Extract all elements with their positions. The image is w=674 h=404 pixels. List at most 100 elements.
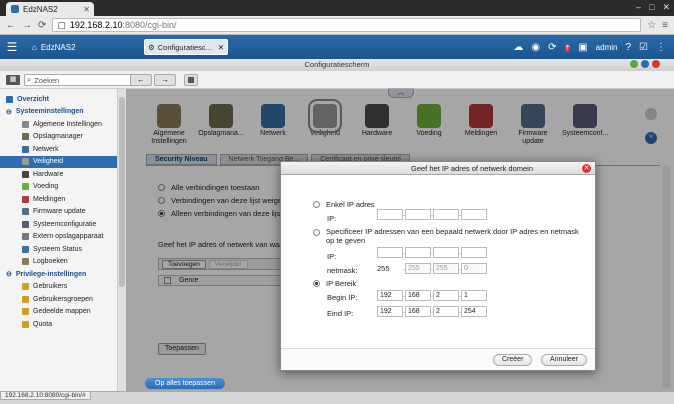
search-input[interactable]: Zoeken [34,76,59,85]
home-icon: ⌂ [32,42,37,52]
sidebar-item-voeding[interactable]: Voeding [0,181,117,194]
hardware-icon [22,170,29,178]
control-panel-taskbar-button[interactable]: ⚙ Configuratiesc... ✕ [144,39,228,55]
browser-tabstrip [0,0,674,16]
home-button[interactable]: ⌂ EdzNAS2 [24,43,144,52]
dialog-close-icon[interactable]: ✕ [582,164,591,173]
option-ip-range[interactable]: IP Bereik [313,277,356,290]
cp-back-icon[interactable]: ← [130,74,152,86]
record-icon[interactable]: ◉ [531,42,540,53]
browser-tab[interactable]: EdzNAS2 ✕ [6,2,94,16]
status-url: 192.168.2.10:8080/cgi-bin/# [0,391,91,400]
net-octet-2[interactable] [405,247,431,258]
tab-close-icon[interactable]: ✕ [83,5,90,14]
main-menu-icon[interactable]: ☰ [0,40,24,54]
reload-icon[interactable]: ⟳ [38,20,46,31]
browser-status-bar [0,391,674,404]
notification-icon[interactable]: ●! [565,42,571,53]
cloud-icon[interactable]: ☁ [513,42,523,53]
sidebar-section-system[interactable]: ⊖ Systeeminstellingen [0,106,117,119]
sidebar-item-gedeelde-mappen[interactable]: Gedeelde mappen [0,306,117,319]
sidebar-item-quota[interactable]: Quota [0,318,117,331]
sync-icon[interactable]: ⟳ [548,42,556,53]
begin-octet-4[interactable]: 1 [461,290,487,301]
network-ip-fields: . . . [377,247,487,258]
firmware-update-icon [22,208,29,216]
end-octet-1[interactable]: 192 [377,306,403,317]
sidebar-item-firmware-update[interactable]: Firmware update [0,206,117,219]
user-avatar-icon[interactable]: ▣ [578,42,587,53]
end-octet-3[interactable]: 2 [433,306,459,317]
maximize-dot-icon[interactable] [641,60,649,68]
netmask-octet-4[interactable]: 0 [461,263,487,274]
sidebar-item-netwerk[interactable]: Netwerk [0,143,117,156]
tab-title: EdzNAS2 [23,4,58,14]
browser-menu-icon[interactable]: ≡ [662,20,668,31]
sidebar-item-systeemconfiguratie[interactable]: Systeemconfiguratie [0,218,117,231]
user-name[interactable]: admin [596,43,618,52]
forward-icon[interactable]: → [22,20,32,31]
ip-dialog: Geef het IP adres of netwerk domein ✕ En… [280,161,596,371]
sidebar-item-gebruikersgroepen[interactable]: Gebruikersgroepen [0,293,117,306]
help-icon[interactable]: ? [625,42,631,53]
sidebar-item-extern-opslagapparaat[interactable]: Extern opslagapparaat [0,231,117,244]
veiligheid-icon [22,158,29,166]
ip-octet-1[interactable] [377,209,403,220]
sidebar-item-logboeken[interactable]: Logboeken [0,256,117,269]
settings-icon[interactable]: ☑ [639,42,648,53]
maximize-icon[interactable]: □ [649,2,654,13]
begin-octet-2[interactable]: 168 [405,290,431,301]
netmask-octet-2[interactable]: 255 [405,263,431,274]
sidebar-item-veiligheid[interactable]: Veiligheid [0,155,117,168]
sidebar-item-label: Netwerk [33,145,59,153]
net-octet-3[interactable] [433,247,459,258]
minimize-dot-icon[interactable] [630,60,638,68]
app-grid-icon[interactable]: ▦ [6,75,20,85]
opslagmanager-icon [22,133,29,141]
cp-grid-icon[interactable]: ▦ [184,74,198,86]
close-dot-icon[interactable] [652,60,660,68]
begin-octet-1[interactable]: 192 [377,290,403,301]
sidebar-item-gebruikers[interactable]: Gebruikers [0,281,117,294]
end-octet-2[interactable]: 168 [405,306,431,317]
sidebar-item-opslagmanager[interactable]: Opslagmanager [0,131,117,144]
back-icon[interactable]: ← [6,20,16,31]
net-octet-4[interactable] [461,247,487,258]
ip-octet-4[interactable] [461,209,487,220]
bookmark-star-icon[interactable]: ☆ [647,20,656,31]
sidebar-item-label: Algemene Instellingen [33,120,102,128]
sidebar-section-privileges[interactable]: ⊖ Privilege-instellingen [0,268,117,281]
cp-forward-icon[interactable]: → [154,74,176,86]
sidebar-item-label: Quota [33,320,53,328]
network-radio[interactable] [313,229,320,236]
sidebar-item-overview[interactable]: Overzicht [0,93,117,106]
create-button[interactable]: Creëer [493,354,533,366]
close-window-icon[interactable]: ✕ [662,2,670,13]
close-icon[interactable]: ✕ [218,43,224,52]
url-field[interactable]: ▢ 192.168.2.10:8080/cgi-bin/ [52,18,642,32]
ip-octet-2[interactable] [405,209,431,220]
sidebar-item-hardware[interactable]: Hardware [0,168,117,181]
sidebar-item-meldingen[interactable]: Meldingen [0,193,117,206]
end-octet-4[interactable]: 254 [461,306,487,317]
sidebar-scroll-thumb[interactable] [119,97,125,287]
more-icon[interactable]: ⋮ [656,42,666,53]
begin-octet-3[interactable]: 2 [433,290,459,301]
netmask-octet-3[interactable]: 255 [433,263,459,274]
net-octet-1[interactable] [377,247,403,258]
ip-range-radio[interactable] [313,280,320,287]
sidebar-item-algemene-instellingen[interactable]: Algemene Instellingen [0,118,117,131]
option-single-ip[interactable]: Enkel IP adres [313,198,375,211]
cancel-button[interactable]: Annuleer [541,354,588,366]
sidebar-item-label: Firmware update [33,208,86,216]
search-field[interactable]: ⌕ Zoeken [24,74,132,86]
sidebar-item-systeem-status[interactable]: Systeem Status [0,243,117,256]
option-network[interactable]: Specificeer IP adressen van een bepaald … [313,227,583,245]
single-ip-radio[interactable] [313,201,320,208]
apply-all-button[interactable]: Op alles toepassen [145,378,225,389]
address-bar-row: ← → ⟳ ▢ 192.168.2.10:8080/cgi-bin/ ☆ ≡ [0,16,674,35]
sidebar-item-label: Voeding [33,183,59,191]
ip-octet-3[interactable] [433,209,459,220]
gebruikers-icon [22,283,29,291]
minimize-icon[interactable]: – [636,2,641,13]
